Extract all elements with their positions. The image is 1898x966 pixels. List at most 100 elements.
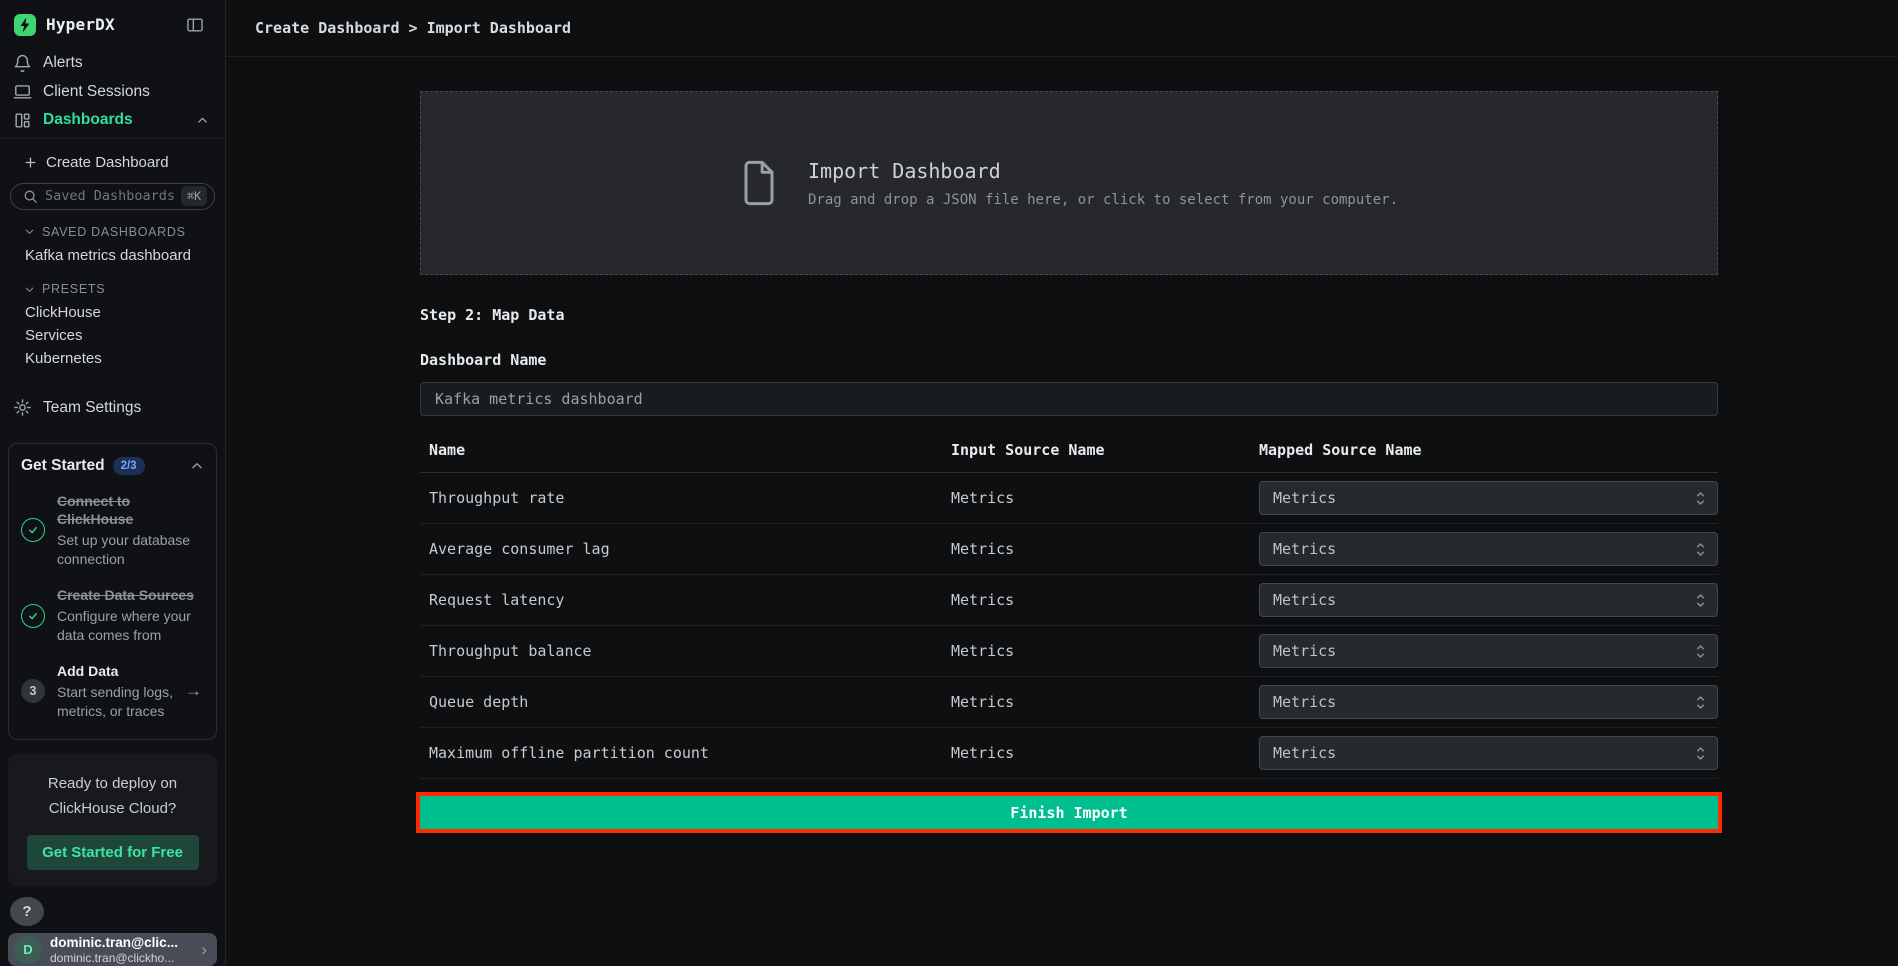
get-started-step-connect[interactable]: Connect to ClickHouse Set up your databa… [21,492,204,569]
table-row: Queue depth Metrics Metrics [420,677,1718,728]
sidebar: HyperDX Alerts Client Sessions Dashboard… [0,0,226,966]
logo-row: HyperDX [0,0,225,49]
row-input-source: Metrics [951,540,1259,558]
table-row: Maximum offline partition count Metrics … [420,728,1718,779]
dropzone-title: Import Dashboard [808,159,1398,183]
step-title: Connect to ClickHouse [57,492,194,528]
team-settings-label: Team Settings [43,399,141,417]
sidebar-item-label: Alerts [43,54,83,72]
chevron-down-icon [24,226,35,237]
table-header: Name Input Source Name Mapped Source Nam… [420,441,1718,473]
saved-dashboard-label: Kafka metrics dashboard [25,247,191,264]
shortcut-badge: ⌘K [181,186,207,206]
user-email: dominic.tran@clickho... [50,951,178,965]
get-started-step-add-data[interactable]: 3 Add Data Start sending logs, metrics, … [21,662,204,721]
sidebar-item-alerts[interactable]: Alerts [0,49,225,77]
sidebar-collapse-icon[interactable] [185,15,205,35]
preset-item-clickhouse[interactable]: ClickHouse [0,301,225,324]
user-account-chip[interactable]: D dominic.tran@clic... dominic.tran@clic… [8,933,217,966]
row-name: Maximum offline partition count [420,744,951,762]
preset-label: ClickHouse [25,304,101,321]
breadcrumb: Create Dashboard > Import Dashboard [255,19,571,37]
select-chevrons-icon [1695,694,1706,711]
help-button[interactable]: ? [10,897,44,926]
create-dashboard-button[interactable]: Create Dashboard [0,148,225,176]
chevron-down-icon [24,284,35,295]
selected-value: Metrics [1273,540,1336,558]
mapped-source-select[interactable]: Metrics [1259,634,1718,668]
check-circle-icon [21,604,45,628]
table-row: Throughput rate Metrics Metrics [420,473,1718,524]
cloud-promo-line1: Ready to deploy on [20,771,205,797]
get-started-free-button[interactable]: Get Started for Free [27,835,199,870]
brand-name: HyperDX [46,15,115,34]
import-dashboard-content: Import Dashboard Drag and drop a JSON fi… [226,57,1898,833]
annotation-highlight-box: Finish Import [416,792,1722,833]
column-header-mapped-source: Mapped Source Name [1259,441,1718,459]
user-name: dominic.tran@clic... [50,935,178,950]
sidebar-item-team-settings[interactable]: Team Settings [0,393,225,421]
table-row: Request latency Metrics Metrics [420,575,1718,626]
search-icon [23,189,38,204]
step-title: Create Data Sources [57,586,194,604]
sidebar-item-client-sessions[interactable]: Client Sessions [0,78,225,106]
arrow-right-icon: → [185,681,204,701]
select-chevrons-icon [1695,490,1706,507]
top-bar: Create Dashboard > Import Dashboard [226,0,1898,57]
row-input-source: Metrics [951,744,1259,762]
hyperdx-logo-icon [13,13,37,37]
row-input-source: Metrics [951,489,1259,507]
select-chevrons-icon [1695,541,1706,558]
check-circle-icon [21,518,45,542]
selected-value: Metrics [1273,693,1336,711]
laptop-icon [13,82,32,101]
mapped-source-select[interactable]: Metrics [1259,583,1718,617]
row-name: Throughput rate [420,489,951,507]
cloud-promo-text: Ready to deploy on ClickHouse Cloud? [20,771,205,822]
dashboard-name-input[interactable] [420,382,1718,416]
file-icon [740,159,778,207]
chevron-right-icon: › [201,940,207,960]
table-row: Throughput balance Metrics Metrics [420,626,1718,677]
column-header-input-source: Input Source Name [951,441,1259,459]
preset-item-kubernetes[interactable]: Kubernetes [0,347,225,370]
progress-badge: 2/3 [113,457,145,475]
section-presets[interactable]: PRESETS [0,277,225,300]
dropzone-subtitle: Drag and drop a JSON file here, or click… [808,192,1398,208]
saved-dashboards-search[interactable]: ⌘K [10,183,215,210]
select-chevrons-icon [1695,643,1706,660]
preset-item-services[interactable]: Services [0,324,225,347]
mapped-source-select[interactable]: Metrics [1259,736,1718,770]
json-file-dropzone[interactable]: Import Dashboard Drag and drop a JSON fi… [420,91,1718,275]
selected-value: Metrics [1273,642,1336,660]
section-saved-dashboards[interactable]: SAVED DASHBOARDS [0,220,225,243]
sidebar-item-label: Dashboards [43,111,133,129]
step-title: Add Data [57,662,175,680]
finish-import-button[interactable]: Finish Import [420,796,1718,829]
gear-icon [13,398,32,417]
step-desc: Configure where your data comes from [57,607,194,645]
search-input[interactable] [45,188,174,204]
row-name: Queue depth [420,693,951,711]
app-root: HyperDX Alerts Client Sessions Dashboard… [0,0,1898,966]
get-started-panel: Get Started 2/3 Connect to ClickHouse Se… [8,443,217,740]
step-number-badge: 3 [21,679,45,703]
create-dashboard-label: Create Dashboard [46,154,169,171]
mapped-source-select[interactable]: Metrics [1259,481,1718,515]
plus-icon [24,156,37,169]
mapped-source-select[interactable]: Metrics [1259,685,1718,719]
step-title: Step 2: Map Data [420,306,1898,324]
saved-dashboard-item[interactable]: Kafka metrics dashboard [0,243,225,267]
table-row: Average consumer lag Metrics Metrics [420,524,1718,575]
mapped-source-select[interactable]: Metrics [1259,532,1718,566]
dropzone-text: Import Dashboard Drag and drop a JSON fi… [808,159,1398,208]
sidebar-item-label: Client Sessions [43,83,150,101]
get-started-step-sources[interactable]: Create Data Sources Configure where your… [21,586,204,645]
selected-value: Metrics [1273,489,1336,507]
get-started-header[interactable]: Get Started 2/3 [21,457,204,475]
dashboards-icon [13,111,32,130]
divider [0,138,225,139]
sidebar-item-dashboards[interactable]: Dashboards [0,106,225,134]
bell-icon [13,54,32,73]
cloud-promo-line2: ClickHouse Cloud? [20,796,205,822]
